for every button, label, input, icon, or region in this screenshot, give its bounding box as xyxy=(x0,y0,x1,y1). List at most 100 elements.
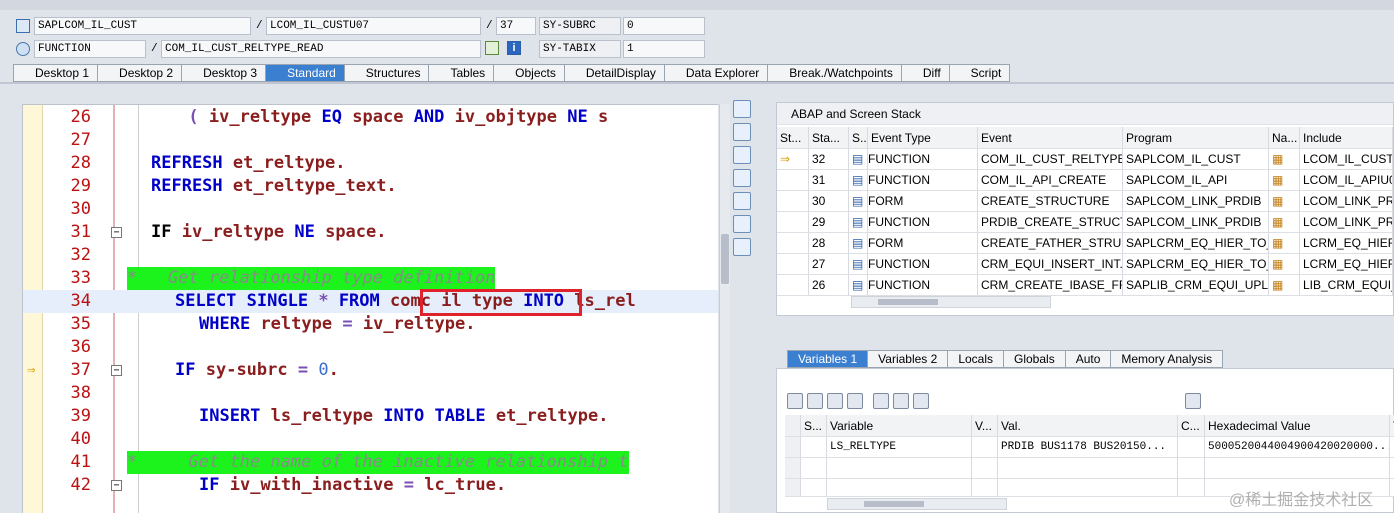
hierarchy-icon[interactable] xyxy=(733,215,751,233)
stack-row[interactable]: 30 ▤ FORM CREATE_STRUCTURE SAPLCOM_LINK_… xyxy=(777,191,1393,212)
tab-variables-1[interactable]: Variables 1 xyxy=(787,350,869,368)
col-header[interactable]: Include xyxy=(1300,127,1393,148)
display-object-icon[interactable] xyxy=(485,41,499,55)
resize-icon[interactable] xyxy=(733,192,751,210)
function-icon xyxy=(16,42,30,56)
stack-type-icon: ▤ xyxy=(849,275,868,295)
tab-diff[interactable]: Diff xyxy=(901,64,950,82)
tab-detaildisplay[interactable]: DetailDisplay xyxy=(564,64,665,82)
variable-row-empty[interactable] xyxy=(785,458,1394,479)
col-header[interactable]: Variable xyxy=(827,415,972,437)
name-field[interactable]: COM_IL_CUST_RELTYPE_READ xyxy=(161,40,481,58)
event-type: FUNCTION xyxy=(868,254,978,274)
col-header[interactable]: Val. xyxy=(998,415,1178,437)
col-header[interactable]: V... xyxy=(972,415,998,437)
tab-desktop-3[interactable]: Desktop 3 xyxy=(182,64,267,82)
source-editor[interactable]: 26 ( iv_reltype EQ space AND iv_objtype … xyxy=(22,104,718,513)
stack-row[interactable]: ⇒ 32 ▤ FUNCTION COM_IL_CUST_RELTYPE... S… xyxy=(777,149,1393,170)
tab-structures[interactable]: Structures xyxy=(344,64,430,82)
navigate-icon[interactable]: ▦ xyxy=(1269,254,1300,274)
col-header[interactable]: S... xyxy=(801,415,827,437)
code-line: 35 WHERE reltype = iv_reltype. xyxy=(70,314,476,334)
maximize-icon[interactable] xyxy=(733,169,751,187)
col-header[interactable]: Program xyxy=(1123,127,1269,148)
stack-row[interactable]: 27 ▤ FUNCTION CRM_EQUI_INSERT_INT... SAP… xyxy=(777,254,1393,275)
col-header[interactable]: T xyxy=(1390,415,1394,437)
navigate-icon[interactable]: ▦ xyxy=(1269,149,1300,169)
col-header[interactable]: Event xyxy=(978,127,1123,148)
settings-icon[interactable] xyxy=(733,238,751,256)
import-icon[interactable] xyxy=(807,393,823,409)
transfer-icon[interactable] xyxy=(893,393,909,409)
tab-globals[interactable]: Globals xyxy=(1004,350,1066,368)
tab-divider xyxy=(0,82,1394,84)
navigate-icon[interactable]: ▦ xyxy=(1269,275,1300,295)
col-header[interactable]: Sta... xyxy=(809,127,849,148)
save-icon[interactable] xyxy=(1185,393,1201,409)
stack-row[interactable]: 29 ▤ FUNCTION PRDIB_CREATE_STRUCT... SAP… xyxy=(777,212,1393,233)
vars-hscrollbar[interactable] xyxy=(827,498,1007,510)
structure-icon[interactable] xyxy=(873,393,889,409)
new-tool-icon[interactable] xyxy=(733,123,751,141)
close-icon[interactable] xyxy=(733,100,751,118)
tab-memory-analysis[interactable]: Memory Analysis xyxy=(1111,350,1224,368)
code-line: 33 * Get relationship type definition xyxy=(70,267,496,290)
variable-name[interactable]: LS_RELTYPE xyxy=(827,437,972,458)
variable-value[interactable]: PRDIB BUS1178 BUS20150... xyxy=(998,437,1178,458)
variables-grid: S... Variable V... Val. C... Hexadecimal… xyxy=(785,415,1394,497)
stack-level: 30 xyxy=(809,191,849,211)
tab-variables-2[interactable]: Variables 2 xyxy=(868,350,949,368)
variable-row[interactable]: LS_RELTYPE PRDIB BUS1178 BUS20150... 500… xyxy=(785,437,1394,458)
stack-type-icon: ▤ xyxy=(849,233,868,253)
insert-row-icon[interactable] xyxy=(827,393,843,409)
col-header[interactable]: Na... xyxy=(1269,127,1300,148)
stack-row[interactable]: 31 ▤ FUNCTION COM_IL_API_CREATE SAPLCOM_… xyxy=(777,170,1393,191)
fold-toggle-icon[interactable]: − xyxy=(111,227,122,238)
navigate-icon[interactable]: ▦ xyxy=(1269,191,1300,211)
col-header[interactable]: S... xyxy=(849,127,868,148)
line-field[interactable]: 37 xyxy=(496,17,536,35)
stack-row[interactable]: 26 ▤ FUNCTION CRM_CREATE_IBASE_FR... SAP… xyxy=(777,275,1393,296)
layout-icon[interactable] xyxy=(913,393,929,409)
navigate-icon[interactable]: ▦ xyxy=(1269,212,1300,232)
delete-icon[interactable] xyxy=(787,393,803,409)
navigate-icon[interactable]: ▦ xyxy=(1269,233,1300,253)
remove-row-icon[interactable] xyxy=(847,393,863,409)
type-field[interactable]: FUNCTION xyxy=(34,40,146,58)
tab-tables[interactable]: Tables xyxy=(429,64,495,82)
swap-tool-icon[interactable] xyxy=(733,146,751,164)
col-header[interactable]: St... xyxy=(777,127,809,148)
sep-2: / xyxy=(486,20,493,32)
tab-data-explorer[interactable]: Data Explorer xyxy=(664,64,769,82)
tab-objects[interactable]: Objects xyxy=(494,64,565,82)
code-line: 39 INSERT ls_reltype INTO TABLE et_reltyp… xyxy=(70,406,609,426)
sysvar-1-value[interactable]: 0 xyxy=(623,17,705,35)
fold-toggle-icon[interactable]: − xyxy=(111,480,122,491)
col-header[interactable]: C... xyxy=(1178,415,1205,437)
col-header[interactable]: Hexadecimal Value xyxy=(1205,415,1390,437)
tab-desktop-2[interactable]: Desktop 2 xyxy=(98,64,183,82)
code-line: 29 REFRESH et_reltype_text. xyxy=(70,176,397,196)
editor-scrollbar[interactable] xyxy=(719,104,730,513)
tab-script[interactable]: Script xyxy=(949,64,1011,82)
col-header[interactable]: Event Type xyxy=(868,127,978,148)
stack-row[interactable]: 28 ▤ FORM CREATE_FATHER_STRU... SAPLCRM_… xyxy=(777,233,1393,254)
tab-auto[interactable]: Auto xyxy=(1065,350,1112,368)
program-field[interactable]: SAPLCOM_IL_CUST xyxy=(34,17,251,35)
stack-type-icon: ▤ xyxy=(849,149,868,169)
fold-toggle-icon[interactable]: − xyxy=(111,365,122,376)
program-name: SAPLCOM_IL_API xyxy=(1123,170,1269,190)
include-field[interactable]: LCOM_IL_CUSTU07 xyxy=(266,17,481,35)
tab-desktop-1[interactable]: Desktop 1 xyxy=(13,64,99,82)
stack-title: ABAP and Screen Stack xyxy=(777,103,1393,125)
sysvar-2-value[interactable]: 1 xyxy=(623,40,705,58)
tab-breakpoints[interactable]: Break./Watchpoints xyxy=(768,64,902,82)
tab-standard[interactable]: Standard xyxy=(266,64,345,82)
code-line: 31− IF iv_reltype NE space. xyxy=(70,222,387,242)
stack-hscrollbar[interactable] xyxy=(851,296,1051,308)
navigate-icon[interactable]: ▦ xyxy=(1269,170,1300,190)
tab-locals[interactable]: Locals xyxy=(948,350,1004,368)
include-name: LIB_CRM_EQUI_U xyxy=(1300,275,1393,295)
execution-arrow-icon: ⇒ xyxy=(27,362,36,378)
info-icon[interactable]: i xyxy=(507,41,521,55)
